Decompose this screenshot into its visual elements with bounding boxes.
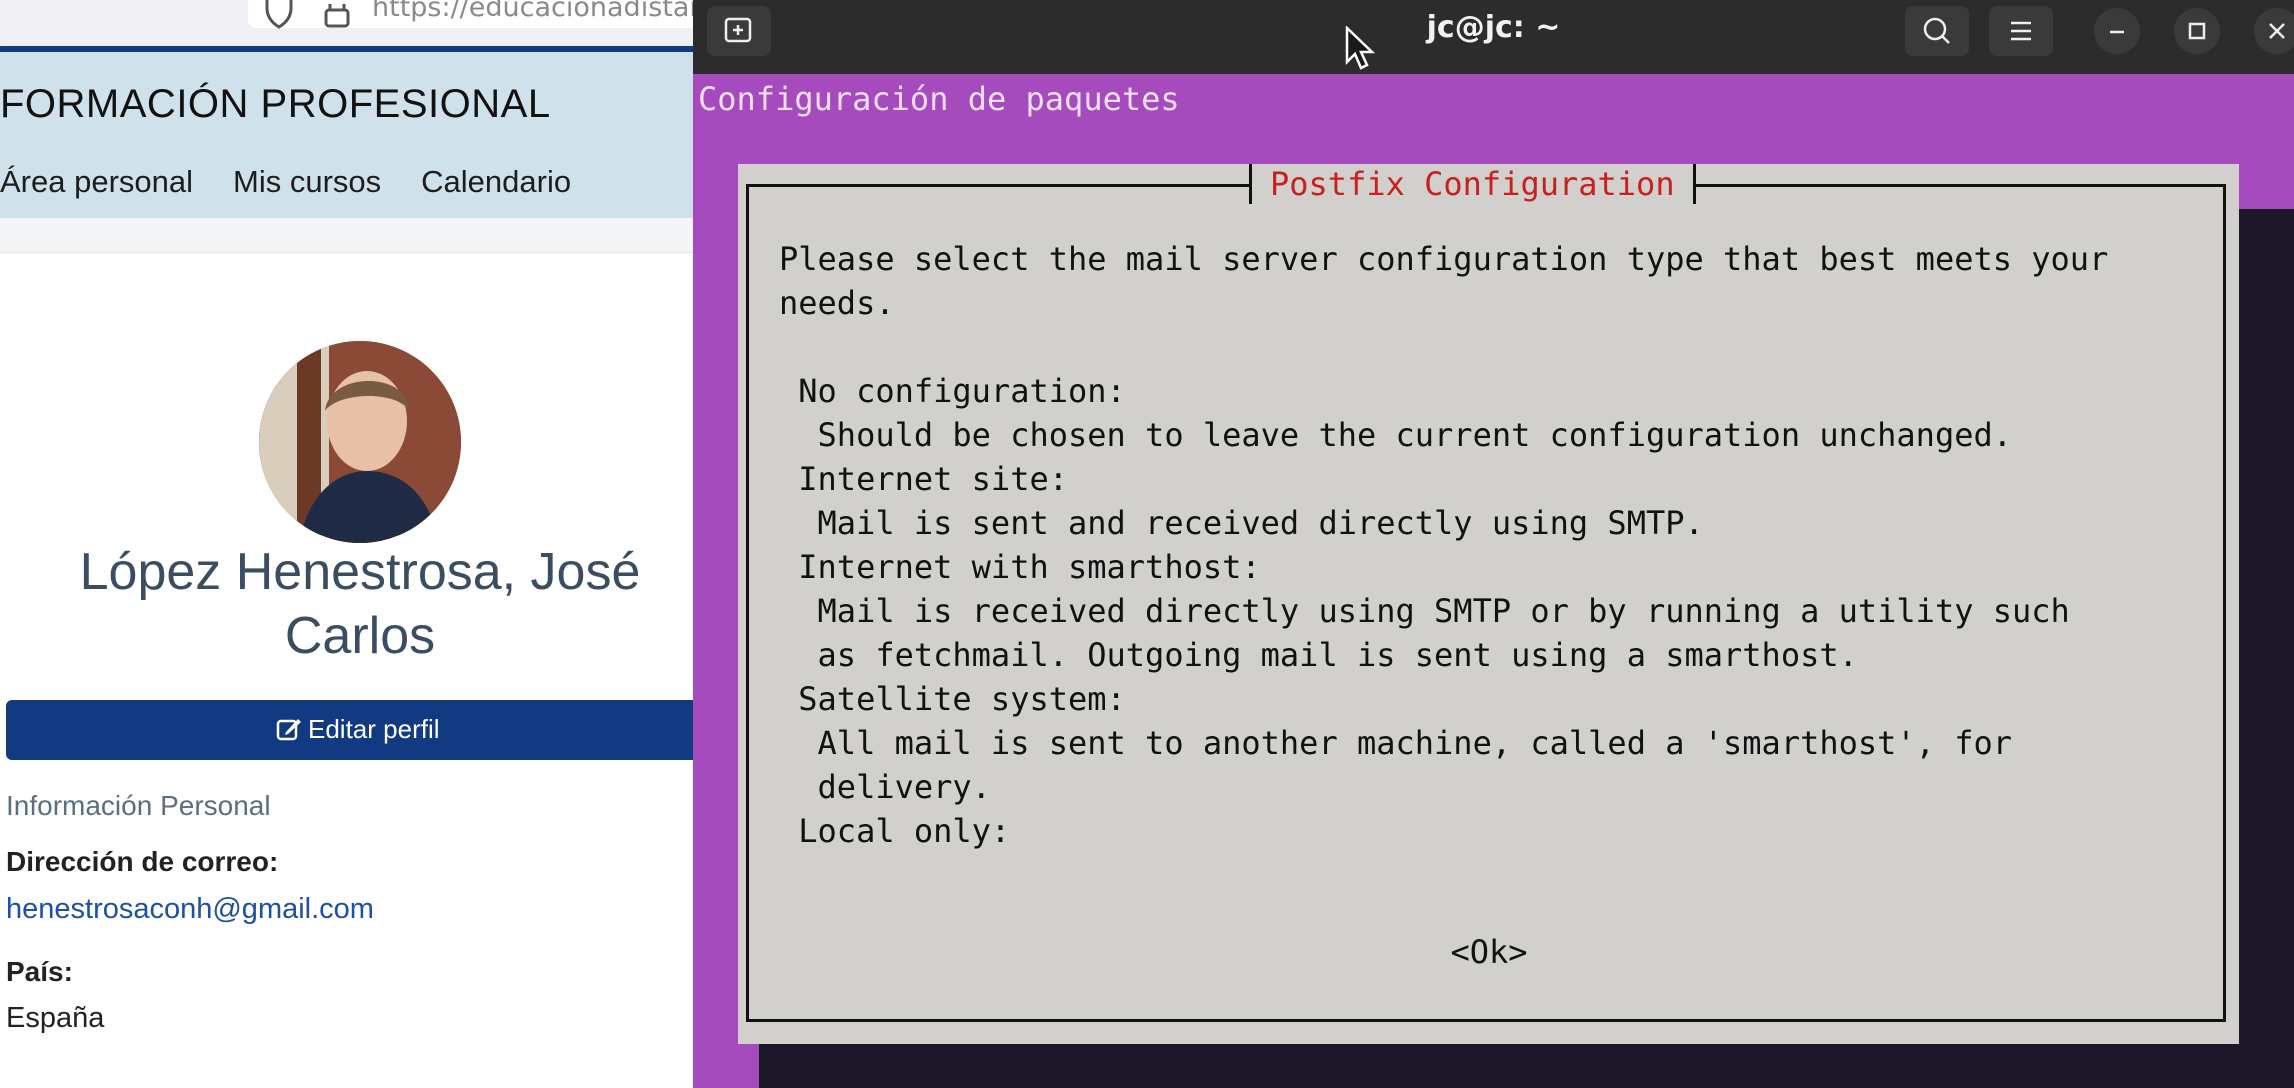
avatar — [259, 341, 461, 543]
dialog-line: Mail is sent and received directly using… — [779, 504, 1704, 542]
browser-toolbar: https://educacionadistancia — [0, 0, 700, 46]
browser-window: https://educacionadistancia FORMACIÓN PR… — [0, 0, 700, 1088]
site-header: FORMACIÓN PROFESIONAL Área personal Mis c… — [0, 46, 700, 218]
email-label: Dirección de correo: — [6, 846, 279, 877]
terminal-content[interactable]: Configuración de paquetes Postfix Config… — [693, 74, 2294, 1088]
nav-item-area-personal[interactable]: Área personal — [0, 164, 193, 200]
edit-profile-button[interactable]: Editar perfil — [6, 700, 700, 760]
dialog-line: Internet site: — [779, 460, 1068, 498]
country-label: País: — [6, 956, 73, 987]
terminal-window: jc@jc: ~ Configuración de paquetes Postf… — [693, 0, 2294, 1088]
window-title: jc@jc: ~ — [1426, 10, 1561, 45]
nav-item-mis-cursos[interactable]: Mis cursos — [233, 164, 381, 200]
search-icon — [1923, 17, 1950, 44]
close-icon — [2269, 23, 2285, 39]
minimize-icon — [2110, 30, 2124, 34]
email-link[interactable]: henestrosaconh@gmail.com — [6, 893, 374, 926]
personal-info-heading: Información Personal — [6, 790, 271, 821]
minimize-button[interactable] — [2094, 8, 2140, 54]
ok-button[interactable]: <Ok> — [749, 933, 2229, 971]
dialog-line: Mail is received directly using SMTP or … — [779, 592, 2070, 630]
secondary-bar — [0, 218, 700, 253]
nav-item-calendario[interactable]: Calendario — [421, 164, 571, 200]
lock-icon — [322, 0, 352, 34]
search-button[interactable] — [1905, 6, 1969, 56]
profile-name: López Henestrosa, José Carlos — [79, 543, 641, 665]
close-button[interactable] — [2254, 8, 2294, 54]
dialog-line: Please select the mail server configurat… — [779, 240, 2109, 278]
hamburger-menu-icon — [2011, 21, 2031, 41]
dialog-line: needs. — [779, 284, 895, 322]
dialog-line: Should be chosen to leave the current co… — [779, 416, 2012, 454]
dialog-line: Satellite system: — [779, 680, 1126, 718]
mouse-cursor-icon — [1345, 25, 1376, 74]
menu-button[interactable] — [1989, 6, 2053, 56]
dialog-line: All mail is sent to another machine, cal… — [779, 724, 2012, 762]
shield-icon[interactable] — [262, 0, 296, 34]
main-nav: Área personal Mis cursos Calendario — [0, 164, 611, 200]
site-title[interactable]: FORMACIÓN PROFESIONAL — [0, 82, 551, 127]
dialog-line: Local only: — [779, 812, 1011, 850]
package-config-title: Configuración de paquetes — [698, 80, 1180, 118]
edit-profile-label: Editar perfil — [308, 714, 440, 744]
postfix-dialog: Postfix Configuration Please select the … — [738, 164, 2239, 1044]
edit-icon — [276, 719, 301, 741]
country-value: España — [6, 1002, 105, 1034]
dialog-line: delivery. — [779, 768, 991, 806]
terminal-titlebar: jc@jc: ~ — [693, 0, 2294, 74]
dialog-line: No configuration: — [779, 372, 1126, 410]
dialog-line: as fetchmail. Outgoing mail is sent usin… — [779, 636, 1858, 674]
maximize-icon — [2188, 22, 2206, 40]
dialog-title: Postfix Configuration — [1249, 164, 1696, 204]
dialog-line: Internet with smarthost: — [779, 548, 1261, 586]
dialog-frame: Postfix Configuration Please select the … — [746, 164, 2229, 1022]
url-text[interactable]: https://educacionadistancia — [372, 0, 700, 23]
maximize-button[interactable] — [2174, 8, 2220, 54]
